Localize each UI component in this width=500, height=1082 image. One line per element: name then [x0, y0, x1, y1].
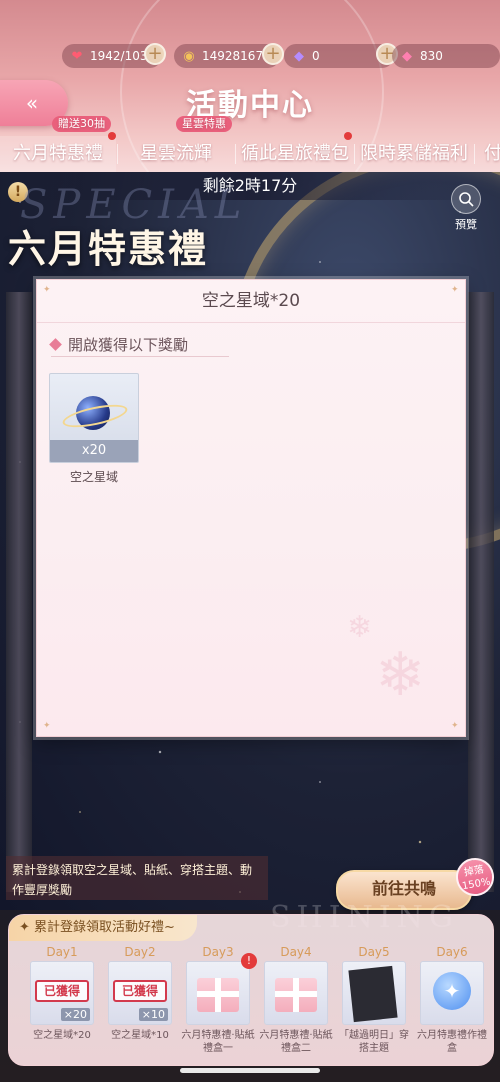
coin-resource[interactable]: ◉ 14928167 +: [174, 43, 284, 68]
resource-bar: ❤ 1942/103 + ◉ 14928167 + ◆ 0 + ◆ 830: [62, 43, 500, 70]
reward-preview-panel: ✦ ✦ ✦ ✦ 空之星域*20 開啟獲得以下獎勵 x20 空之星域 ❄ ❄: [36, 279, 466, 737]
sparkle-icon: ✦: [19, 920, 35, 935]
login-description: 累計登錄領取空之星域、貼紙、穿搭主題、動作豐厚獎勵: [6, 856, 268, 900]
day-label: Day4: [280, 945, 312, 959]
snowflake-decoration: ❄: [375, 640, 426, 710]
add-coin-button[interactable]: +: [262, 43, 284, 65]
snowflake-decoration: ❄: [347, 610, 373, 645]
diamond-value: 0: [312, 49, 320, 63]
corner-ornament: ✦: [451, 721, 459, 731]
tab-badge: 星雲特惠: [176, 116, 232, 132]
day-reward[interactable]: Day6 ✦ 六月特惠禮作禮盒: [415, 943, 489, 1055]
search-icon: [451, 184, 481, 214]
day-label: Day1: [46, 945, 78, 959]
reward-count: ×20: [60, 1008, 90, 1021]
tab-june-special[interactable]: 六月特惠禮 贈送30抽: [0, 116, 116, 172]
tab-label: 循此星旅禮包: [241, 143, 349, 164]
tab-label: 付: [484, 143, 500, 164]
add-stamina-button[interactable]: +: [144, 43, 166, 65]
badge-line1: 掉落: [463, 864, 485, 879]
pink-diamond-value: 830: [420, 49, 443, 63]
stamina-resource[interactable]: ❤ 1942/103 +: [62, 43, 166, 68]
top-header: ❤ 1942/103 + ◉ 14928167 + ◆ 0 + ◆ 830 « …: [0, 0, 500, 172]
gift-box-icon: [197, 978, 239, 1012]
diamond-bullet-icon: [49, 337, 62, 351]
notification-dot: [344, 132, 352, 140]
pink-diamond-icon: ◆: [402, 48, 412, 64]
tab-bar: 六月特惠禮 贈送30抽 星雲流輝 星雲特惠 循此星旅禮包 限時累儲福利 付: [0, 116, 500, 172]
day-reward[interactable]: Day5 「越過明日」穿搭主題: [337, 943, 411, 1055]
notification-dot: [108, 132, 116, 140]
tab-divider: [474, 144, 475, 164]
tab-nebula[interactable]: 星雲流輝 星雲特惠: [118, 116, 234, 172]
diamond-icon: ◆: [294, 48, 304, 64]
reward-box: 已獲得 ×10: [108, 961, 172, 1025]
gift-box-icon: [275, 978, 317, 1012]
section-heading: 開啟獲得以下獎勵: [49, 332, 229, 357]
day-label: Day6: [436, 945, 468, 959]
reward-item-card[interactable]: x20: [49, 373, 139, 463]
tab-badge: 贈送30抽: [52, 116, 111, 132]
daily-title-text: 累計登錄領取活動好禮~: [34, 920, 175, 935]
action-bubble-icon: ✦: [433, 972, 471, 1010]
heart-icon: ❤: [71, 48, 83, 64]
badge-line2: 150%: [461, 876, 492, 893]
tab-label: 六月特惠禮: [13, 143, 103, 164]
reward-box: [342, 961, 406, 1025]
coin-value: 14928167: [202, 49, 264, 63]
banner-title: 六月特惠禮: [8, 226, 209, 271]
corner-ornament: ✦: [43, 721, 51, 731]
preview-button[interactable]: 預覽: [444, 184, 488, 234]
stamina-value: 1942/103: [90, 49, 148, 63]
reward-name: 六月特惠禮·貼紙禮盒二: [259, 1030, 333, 1054]
reward-name: 「越過明日」穿搭主題: [339, 1030, 409, 1054]
section-heading-text: 開啟獲得以下獎勵: [68, 335, 189, 354]
tab-more[interactable]: 付: [484, 136, 500, 172]
item-name: 空之星域: [69, 470, 118, 484]
tab-limited-recharge[interactable]: 限時累儲福利: [355, 136, 473, 172]
reward-name: 空之星域*10: [111, 1030, 169, 1041]
reward-name: 六月特惠禮·貼紙禮盒一: [181, 1030, 255, 1054]
day-reward[interactable]: Day1 已獲得 ×20 空之星域*20: [25, 943, 99, 1042]
daily-login-panel: ✦ 累計登錄領取活動好禮~ Day1 已獲得 ×20 空之星域*20 Day2 …: [8, 914, 494, 1066]
alert-icon: !: [241, 953, 257, 969]
pillar-decoration: [468, 292, 494, 892]
day-reward[interactable]: Day2 已獲得 ×10 空之星域*10: [103, 943, 177, 1042]
day-reward[interactable]: Day4 六月特惠禮·貼紙禮盒二: [259, 943, 333, 1055]
day-label: Day2: [124, 945, 156, 959]
reward-box: [264, 961, 328, 1025]
outfit-card-icon: [348, 965, 398, 1023]
day-reward[interactable]: Day3 ! 六月特惠禮·貼紙禮盒一: [181, 943, 257, 1055]
claimed-stamp: 已獲得: [35, 980, 89, 1002]
claimed-stamp: 已獲得: [113, 980, 167, 1002]
tab-label: 星雲流輝: [140, 143, 212, 164]
daily-title: ✦ 累計登錄領取活動好禮~: [9, 915, 197, 941]
cat-coin-icon: ◉: [183, 48, 195, 64]
pink-diamond-resource[interactable]: ◆ 830: [392, 44, 500, 68]
reward-box: 已獲得 ×20: [30, 961, 94, 1025]
preview-label: 預覽: [455, 218, 477, 231]
pillar-decoration: [6, 292, 32, 892]
panel-title: 空之星域*20: [37, 280, 465, 323]
reward-box: [186, 961, 250, 1025]
reward-box: ✦: [420, 961, 484, 1025]
day-label: Day5: [358, 945, 390, 959]
item-count: x20: [50, 440, 138, 462]
reward-name: 六月特惠禮作禮盒: [417, 1030, 487, 1054]
reward-count: ×10: [138, 1008, 168, 1021]
tab-star-journey[interactable]: 循此星旅禮包: [236, 132, 354, 172]
reward-name: 空之星域*20: [33, 1030, 91, 1041]
tab-label: 限時累儲福利: [360, 143, 468, 164]
home-indicator[interactable]: [180, 1068, 320, 1073]
diamond-resource[interactable]: ◆ 0 +: [284, 43, 398, 68]
